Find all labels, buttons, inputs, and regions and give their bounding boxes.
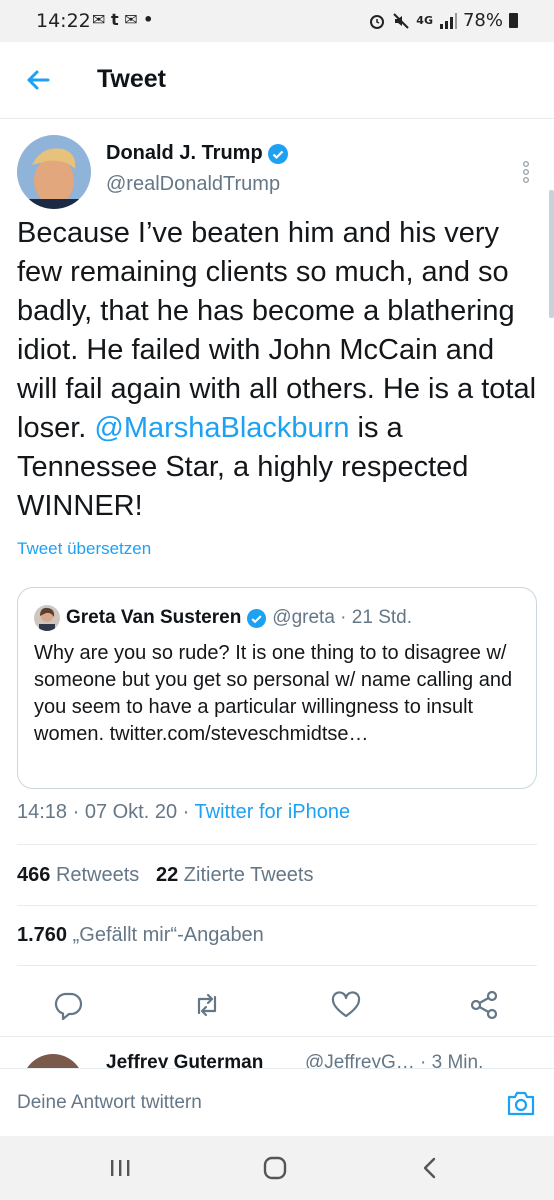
like-icon[interactable] [329, 988, 363, 1022]
reply-avatar[interactable] [22, 1054, 84, 1068]
status-bar: 14:22 ✉ t ✉ • 4G 78% [0, 0, 554, 42]
back-nav-icon[interactable] [416, 1154, 444, 1182]
more-vertical-icon[interactable] [521, 160, 531, 184]
retweet-icon[interactable] [190, 988, 224, 1022]
mention-link[interactable]: @MarshaBlackburn [94, 412, 349, 444]
mute-icon [393, 12, 410, 29]
notification-icons: ✉ t ✉ • [92, 10, 154, 29]
quotes-count: 22 [155, 864, 179, 886]
quotes-label: Zitierte Tweets [183, 864, 314, 886]
home-icon[interactable] [261, 1154, 289, 1182]
translate-link[interactable]: Tweet übersetzen [17, 539, 151, 559]
divider [0, 1036, 554, 1037]
verified-icon [247, 608, 267, 628]
verified-icon [267, 143, 288, 164]
quoted-avatar [34, 605, 60, 631]
tweet-metadata: 14:18 · 07 Okt. 20 · Twitter for iPhone [17, 801, 350, 824]
quoted-handle-time: @greta · 21 Std. [272, 607, 412, 628]
likes-label: „Gefällt mir“-Angaben [72, 924, 264, 946]
author-avatar[interactable] [17, 135, 91, 209]
divider [17, 965, 537, 966]
reply-icon[interactable] [51, 988, 85, 1022]
back-arrow-icon[interactable] [22, 64, 54, 96]
recents-icon[interactable] [106, 1154, 134, 1182]
likes-count: 1.760 [17, 924, 68, 946]
quoted-tweet-card[interactable]: Greta Van Susteren @greta · 21 Std. Why … [17, 587, 537, 789]
reply-meta: @JeffreyG… · 3 Min. [305, 1052, 484, 1068]
tweet-text-part1: Because I’ve beaten him and his very few… [17, 217, 537, 444]
share-icon[interactable] [467, 988, 501, 1022]
reply-author-name[interactable]: Jeffrey Guterman [106, 1052, 263, 1068]
retweets-count: 466 [17, 864, 51, 886]
network-label: 4G [416, 14, 433, 27]
quoted-author-name: Greta Van Susteren [66, 607, 242, 628]
system-nav-bar [0, 1136, 554, 1200]
quoted-tweet-text: Why are you so rude? It is one thing to … [34, 642, 513, 745]
divider [17, 905, 537, 906]
battery-percent: 78% [462, 10, 503, 31]
battery-icon [509, 13, 518, 28]
retweet-stats[interactable]: 466 Retweets 22 Zitierte Tweets [17, 864, 313, 887]
app-bar: Tweet [0, 42, 554, 119]
next-reply-peek[interactable]: Jeffrey Guterman @JeffreyG… · 3 Min. [0, 1038, 554, 1068]
alarm-icon [370, 14, 385, 29]
status-right: 4G 78% [368, 10, 518, 31]
divider [17, 844, 537, 845]
action-bar [0, 980, 554, 1030]
signal-icon [439, 12, 457, 29]
scrollbar[interactable] [549, 190, 554, 318]
author-name-row[interactable]: Donald J. Trump [106, 142, 288, 165]
reply-composer[interactable]: Deine Antwort twittern [0, 1068, 554, 1137]
page-title: Tweet [97, 65, 166, 93]
quoted-tweet-header: Greta Van Susteren @greta · 21 Std. [34, 605, 412, 631]
author-handle[interactable]: @realDonaldTrump [106, 173, 280, 196]
camera-icon[interactable] [506, 1089, 536, 1117]
tweet-timestamp: 14:18 · 07 Okt. 20 · [17, 801, 195, 823]
tweet-source-link[interactable]: Twitter for iPhone [195, 801, 351, 823]
author-name[interactable]: Donald J. Trump [106, 142, 263, 165]
retweets-label: Retweets [55, 864, 140, 886]
like-stats[interactable]: 1.760 „Gefällt mir“-Angaben [17, 924, 264, 947]
reply-input[interactable]: Deine Antwort twittern [17, 1092, 202, 1114]
status-time: 14:22 [36, 10, 91, 32]
tweet-text: Because I’ve beaten him and his very few… [17, 214, 537, 526]
